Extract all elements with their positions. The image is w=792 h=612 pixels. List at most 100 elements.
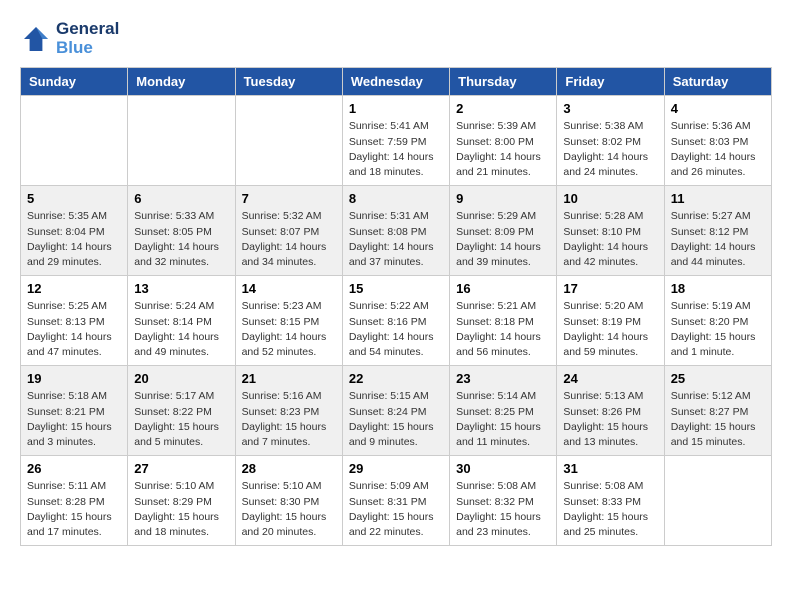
cell-info-text: Sunrise: 5:32 AM Sunset: 8:07 PM Dayligh… [242,209,336,270]
cell-info-text: Sunrise: 5:11 AM Sunset: 8:28 PM Dayligh… [27,479,121,540]
cell-day-number: 1 [349,101,443,116]
cell-day-number: 8 [349,191,443,206]
cell-day-number: 22 [349,371,443,386]
cell-day-number: 18 [671,281,765,296]
calendar-cell: 2 Sunrise: 5:39 AM Sunset: 8:00 PM Daylig… [450,96,557,186]
cell-info-text: Sunrise: 5:17 AM Sunset: 8:22 PM Dayligh… [134,389,228,450]
cell-info-text: Sunrise: 5:08 AM Sunset: 8:33 PM Dayligh… [563,479,657,540]
calendar-cell: 8 Sunrise: 5:31 AM Sunset: 8:08 PM Daylig… [342,186,449,276]
cell-day-number: 2 [456,101,550,116]
calendar-week-row: 26 Sunrise: 5:11 AM Sunset: 8:28 PM Dayli… [21,456,772,546]
logo-text-line1: General [56,20,119,39]
cell-info-text: Sunrise: 5:38 AM Sunset: 8:02 PM Dayligh… [563,119,657,180]
cell-day-number: 25 [671,371,765,386]
calendar-cell [21,96,128,186]
calendar-cell: 27Sunrise: 5:10 AM Sunset: 8:29 PM Dayli… [128,456,235,546]
cell-day-number: 7 [242,191,336,206]
cell-info-text: Sunrise: 5:16 AM Sunset: 8:23 PM Dayligh… [242,389,336,450]
cell-day-number: 17 [563,281,657,296]
calendar-cell: 9 Sunrise: 5:29 AM Sunset: 8:09 PM Daylig… [450,186,557,276]
calendar-cell: 24 Sunrise: 5:13 AM Sunset: 8:26 PM Dayli… [557,366,664,456]
cell-info-text: Sunrise: 5:10 AM Sunset: 8:29 PM Dayligh… [134,479,228,540]
calendar-cell: 16Sunrise: 5:21 AM Sunset: 8:18 PM Dayli… [450,276,557,366]
calendar-cell: 31 Sunrise: 5:08 AM Sunset: 8:33 PM Dayli… [557,456,664,546]
day-header-thursday: Thursday [450,68,557,96]
calendar-week-row: 19Sunrise: 5:18 AM Sunset: 8:21 PM Dayli… [21,366,772,456]
cell-info-text: Sunrise: 5:23 AM Sunset: 8:15 PM Dayligh… [242,299,336,360]
calendar-header-row: SundayMondayTuesdayWednesdayThursdayFrid… [21,68,772,96]
calendar-cell: 17 Sunrise: 5:20 AM Sunset: 8:19 PM Dayli… [557,276,664,366]
calendar-cell: 13 Sunrise: 5:24 AM Sunset: 8:14 PM Dayli… [128,276,235,366]
cell-day-number: 20 [134,371,228,386]
cell-info-text: Sunrise: 5:08 AM Sunset: 8:32 PM Dayligh… [456,479,550,540]
calendar-cell: 6Sunrise: 5:33 AM Sunset: 8:05 PM Daylig… [128,186,235,276]
cell-info-text: Sunrise: 5:22 AM Sunset: 8:16 PM Dayligh… [349,299,443,360]
cell-day-number: 9 [456,191,550,206]
cell-day-number: 23 [456,371,550,386]
calendar-cell: 5 Sunrise: 5:35 AM Sunset: 8:04 PM Daylig… [21,186,128,276]
calendar-cell: 21 Sunrise: 5:16 AM Sunset: 8:23 PM Dayli… [235,366,342,456]
calendar-cell: 7 Sunrise: 5:32 AM Sunset: 8:07 PM Daylig… [235,186,342,276]
cell-info-text: Sunrise: 5:31 AM Sunset: 8:08 PM Dayligh… [349,209,443,270]
cell-info-text: Sunrise: 5:25 AM Sunset: 8:13 PM Dayligh… [27,299,121,360]
cell-info-text: Sunrise: 5:41 AM Sunset: 7:59 PM Dayligh… [349,119,443,180]
cell-day-number: 31 [563,461,657,476]
day-header-tuesday: Tuesday [235,68,342,96]
cell-info-text: Sunrise: 5:19 AM Sunset: 8:20 PM Dayligh… [671,299,765,360]
cell-day-number: 29 [349,461,443,476]
calendar-cell [128,96,235,186]
calendar-cell [235,96,342,186]
logo: General Blue [20,20,119,57]
day-header-friday: Friday [557,68,664,96]
calendar-cell: 19Sunrise: 5:18 AM Sunset: 8:21 PM Dayli… [21,366,128,456]
page-header: General Blue [20,20,772,57]
calendar-week-row: 12 Sunrise: 5:25 AM Sunset: 8:13 PM Dayli… [21,276,772,366]
calendar-table: SundayMondayTuesdayWednesdayThursdayFrid… [20,67,772,546]
calendar-cell [664,456,771,546]
cell-day-number: 5 [27,191,121,206]
cell-info-text: Sunrise: 5:20 AM Sunset: 8:19 PM Dayligh… [563,299,657,360]
cell-day-number: 24 [563,371,657,386]
cell-day-number: 21 [242,371,336,386]
cell-day-number: 12 [27,281,121,296]
cell-info-text: Sunrise: 5:35 AM Sunset: 8:04 PM Dayligh… [27,209,121,270]
cell-day-number: 28 [242,461,336,476]
cell-day-number: 13 [134,281,228,296]
calendar-cell: 28Sunrise: 5:10 AM Sunset: 8:30 PM Dayli… [235,456,342,546]
cell-info-text: Sunrise: 5:24 AM Sunset: 8:14 PM Dayligh… [134,299,228,360]
calendar-week-row: 5 Sunrise: 5:35 AM Sunset: 8:04 PM Daylig… [21,186,772,276]
cell-info-text: Sunrise: 5:21 AM Sunset: 8:18 PM Dayligh… [456,299,550,360]
calendar-cell: 1 Sunrise: 5:41 AM Sunset: 7:59 PM Daylig… [342,96,449,186]
calendar-cell: 15Sunrise: 5:22 AM Sunset: 8:16 PM Dayli… [342,276,449,366]
day-header-sunday: Sunday [21,68,128,96]
calendar-week-row: 1 Sunrise: 5:41 AM Sunset: 7:59 PM Daylig… [21,96,772,186]
cell-day-number: 19 [27,371,121,386]
calendar-cell: 22 Sunrise: 5:15 AM Sunset: 8:24 PM Dayli… [342,366,449,456]
calendar-cell: 30Sunrise: 5:08 AM Sunset: 8:32 PM Dayli… [450,456,557,546]
cell-info-text: Sunrise: 5:36 AM Sunset: 8:03 PM Dayligh… [671,119,765,180]
cell-info-text: Sunrise: 5:28 AM Sunset: 8:10 PM Dayligh… [563,209,657,270]
cell-info-text: Sunrise: 5:29 AM Sunset: 8:09 PM Dayligh… [456,209,550,270]
cell-info-text: Sunrise: 5:15 AM Sunset: 8:24 PM Dayligh… [349,389,443,450]
cell-day-number: 3 [563,101,657,116]
cell-info-text: Sunrise: 5:13 AM Sunset: 8:26 PM Dayligh… [563,389,657,450]
cell-info-text: Sunrise: 5:14 AM Sunset: 8:25 PM Dayligh… [456,389,550,450]
cell-info-text: Sunrise: 5:39 AM Sunset: 8:00 PM Dayligh… [456,119,550,180]
cell-day-number: 26 [27,461,121,476]
logo-text-line2: Blue [56,39,119,58]
calendar-cell: 20 Sunrise: 5:17 AM Sunset: 8:22 PM Dayli… [128,366,235,456]
calendar-cell: 12 Sunrise: 5:25 AM Sunset: 8:13 PM Dayli… [21,276,128,366]
cell-info-text: Sunrise: 5:09 AM Sunset: 8:31 PM Dayligh… [349,479,443,540]
calendar-cell: 29 Sunrise: 5:09 AM Sunset: 8:31 PM Dayli… [342,456,449,546]
logo-icon [20,23,52,55]
calendar-cell: 14 Sunrise: 5:23 AM Sunset: 8:15 PM Dayli… [235,276,342,366]
calendar-cell: 11Sunrise: 5:27 AM Sunset: 8:12 PM Dayli… [664,186,771,276]
cell-day-number: 14 [242,281,336,296]
calendar-cell: 10 Sunrise: 5:28 AM Sunset: 8:10 PM Dayli… [557,186,664,276]
calendar-cell: 4Sunrise: 5:36 AM Sunset: 8:03 PM Daylig… [664,96,771,186]
cell-day-number: 10 [563,191,657,206]
calendar-cell: 26 Sunrise: 5:11 AM Sunset: 8:28 PM Dayli… [21,456,128,546]
cell-info-text: Sunrise: 5:12 AM Sunset: 8:27 PM Dayligh… [671,389,765,450]
calendar-cell: 3 Sunrise: 5:38 AM Sunset: 8:02 PM Daylig… [557,96,664,186]
day-header-monday: Monday [128,68,235,96]
